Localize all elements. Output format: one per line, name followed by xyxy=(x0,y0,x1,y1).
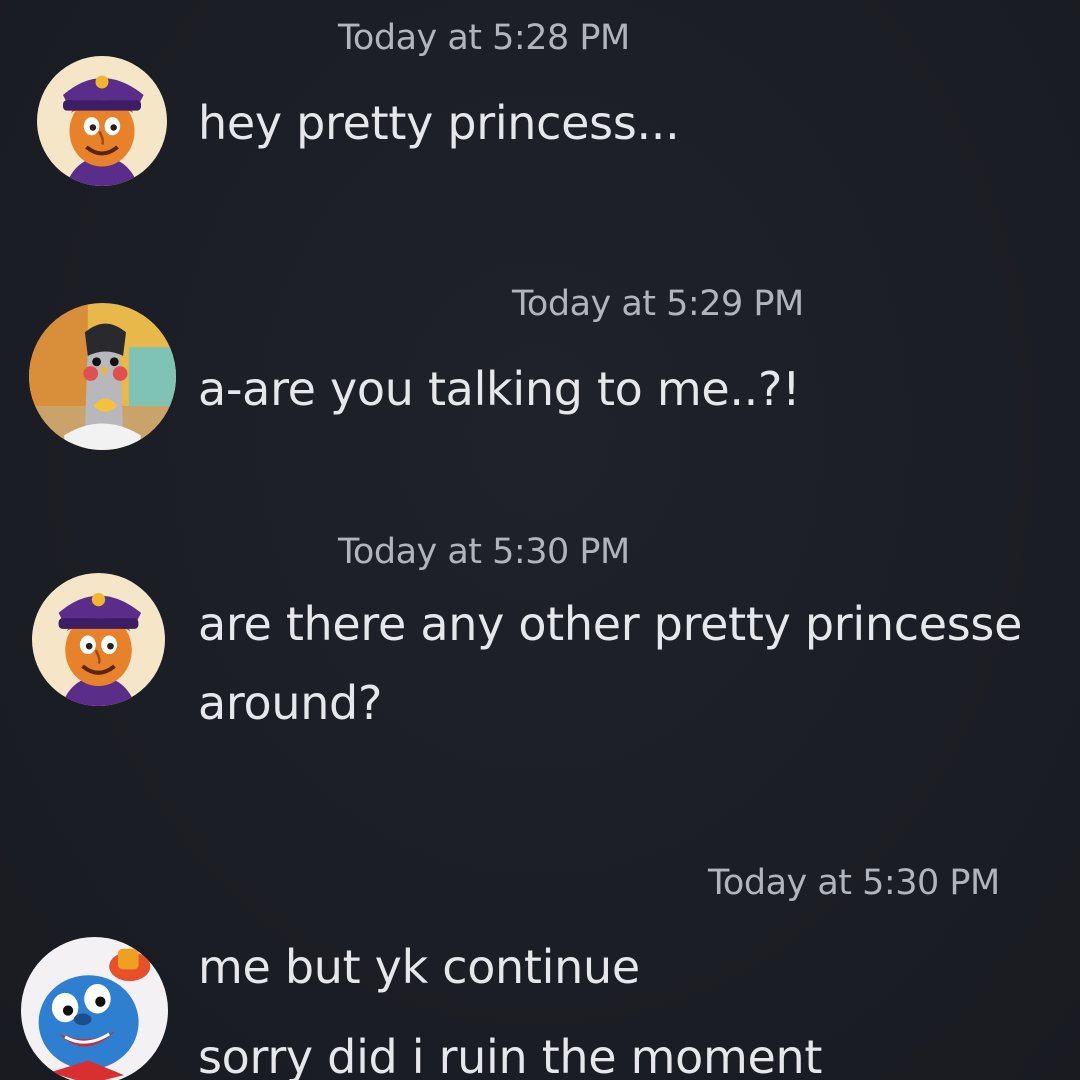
message-text: a-are you talking to me..?! xyxy=(198,362,801,416)
bird-character-avatar[interactable] xyxy=(29,303,176,450)
message-text: around? xyxy=(198,676,383,730)
message-timestamp: Today at 5:30 PM xyxy=(338,532,630,572)
message-text: hey pretty princess... xyxy=(198,96,680,150)
purple-guard-avatar[interactable] xyxy=(32,573,165,706)
message-text: are there any other pretty princesse xyxy=(198,597,1023,651)
message-timestamp: Today at 5:30 PM xyxy=(708,863,1000,903)
chat-log: Today at 5:28 PM hey pretty princess... … xyxy=(0,0,1080,1080)
blue-clown-avatar[interactable] xyxy=(21,937,168,1080)
message-text: me but yk continue xyxy=(198,940,640,994)
message-timestamp: Today at 5:28 PM xyxy=(338,18,630,58)
message-timestamp: Today at 5:29 PM xyxy=(512,284,804,324)
message-text: sorry did i ruin the moment xyxy=(198,1030,823,1080)
purple-guard-avatar[interactable] xyxy=(37,56,167,186)
